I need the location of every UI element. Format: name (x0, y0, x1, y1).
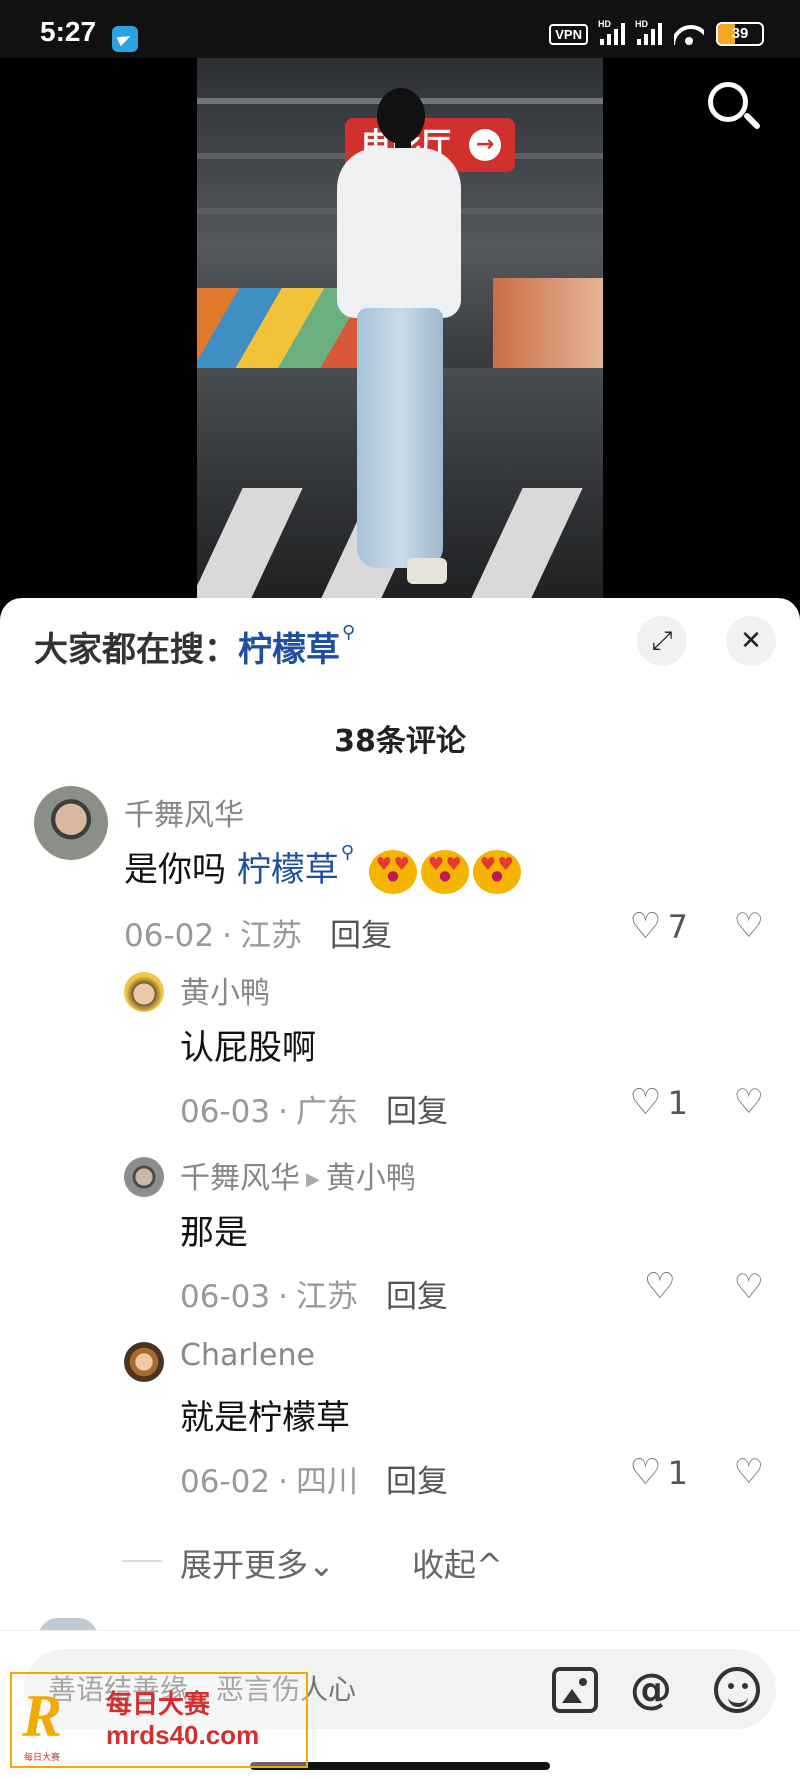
comment-meta: 06-03 · 江苏 回复 (180, 1279, 448, 1315)
comment-username-line: 千舞风华 ▶ 黄小鸭 (180, 1153, 416, 1197)
comment-count: 38条评论 (334, 724, 466, 759)
expand-button[interactable]: ⤢ (637, 616, 687, 666)
dislike-broken-heart-icon[interactable]: ♡ (734, 1082, 764, 1122)
reply-button[interactable]: 回复 (386, 1464, 448, 1500)
reply-button[interactable]: 回复 (330, 918, 392, 954)
watermark-title: 每日大赛 (106, 1690, 211, 1720)
hot-search-prefix: 大家都在搜： (34, 630, 238, 670)
reply-to-username[interactable]: 黄小鸭 (326, 1161, 416, 1196)
heart-icon: ♡ (629, 1452, 662, 1493)
close-button[interactable]: ✕ (726, 616, 776, 666)
comment-username[interactable]: Charlene (180, 1338, 315, 1373)
comment-date: 06-02 (124, 918, 215, 954)
search-icon[interactable] (702, 76, 762, 136)
arrow-right-icon: → (469, 129, 501, 161)
comment-location: 江苏 (295, 1279, 358, 1315)
comment-text: 是你吗 柠檬草 ⚲ (124, 842, 521, 894)
comment-keyword-link[interactable]: 柠檬草 (237, 850, 339, 890)
divider (122, 1560, 162, 1562)
person-figure (337, 148, 461, 318)
comment-username[interactable]: 千舞风华 (124, 790, 244, 834)
avatar[interactable] (124, 972, 164, 1012)
mural-wall (197, 288, 357, 378)
comment-meta: 06-03 · 广东 回复 (180, 1094, 448, 1130)
avatar[interactable] (124, 1157, 164, 1197)
comment-meta: 06-02 · 江苏 回复 (124, 918, 392, 954)
watermark-caption: 每日大赛 (24, 1753, 61, 1763)
comment-meta: 06-02 · 四川 回复 (180, 1464, 448, 1500)
like-count: 1 (667, 1454, 688, 1492)
comment-username[interactable]: 千舞风华 (180, 1161, 300, 1196)
vpn-badge: VPN (549, 23, 588, 45)
like-button[interactable]: ♡ (644, 1269, 682, 1305)
cellular-signal-icon-2: HD (635, 19, 662, 45)
heart-icon: ♡ (629, 906, 662, 947)
at-mention-icon[interactable]: @ (628, 1667, 674, 1713)
avatar[interactable] (124, 1342, 164, 1382)
expand-more-label: 展开更多 (180, 1546, 309, 1584)
comment-date: 06-03 (180, 1279, 271, 1315)
comment-text-prefix: 是你吗 (124, 850, 237, 890)
avatar[interactable] (34, 786, 108, 860)
comment-text: 就是柠檬草 (180, 1398, 350, 1438)
dislike-broken-heart-icon[interactable]: ♡ (734, 1267, 764, 1307)
video-player[interactable]: 电影厅 → (0, 58, 800, 598)
video-frame[interactable]: 电影厅 → (197, 58, 603, 598)
battery-level: 39 (731, 25, 749, 42)
chevron-down-icon: ⌄ (308, 1546, 335, 1584)
small-search-icon: ⚲ (340, 842, 354, 863)
status-icons: VPN HD HD 39 (549, 19, 764, 46)
comment-text: 那是 (180, 1213, 248, 1253)
like-button[interactable]: ♡ 1 (629, 1454, 688, 1492)
hd-label: HD (598, 19, 611, 29)
heart-eyes-emoji-icon (472, 849, 521, 894)
reply-button[interactable]: 回复 (386, 1279, 448, 1315)
hd-label-2: HD (635, 19, 648, 29)
heart-icon: ♡ (629, 1082, 662, 1123)
comment-text: 认屁股啊 (180, 1028, 316, 1068)
status-bar: 5:27 VPN HD HD 39 (0, 0, 800, 58)
battery-icon: 39 (716, 22, 764, 46)
dislike-broken-heart-icon[interactable]: ♡ (734, 906, 764, 946)
wifi-icon (674, 23, 704, 45)
watermark-logo: R 每日大赛 每日大赛 mrds40.com (10, 1672, 308, 1768)
heart-eyes-emoji-icon (420, 849, 469, 894)
comment-location: 江苏 (239, 918, 302, 954)
watermark-url: mrds40.com (106, 1720, 260, 1750)
collapse-label: 收起 (412, 1546, 477, 1584)
dislike-broken-heart-icon[interactable]: ♡ (734, 1452, 764, 1492)
like-count: 1 (667, 1084, 688, 1122)
hot-search-keyword[interactable]: 柠檬草 (238, 630, 340, 670)
comment-username[interactable]: 黄小鸭 (180, 968, 270, 1012)
expand-more-button[interactable]: 展开更多⌄ (180, 1540, 335, 1586)
reply-to-arrow-icon: ▶ (306, 1169, 320, 1190)
comment-location: 四川 (295, 1464, 358, 1500)
watermark-r-logo: R (22, 1683, 63, 1749)
heart-eyes-emoji-icon (368, 849, 417, 894)
status-time: 5:27 (40, 16, 97, 47)
chevron-up-icon: ^ (476, 1546, 503, 1584)
comment-panel: 大家都在搜：柠檬草⚲ ⤢ ✕ 38条评论 千舞风华 是你吗 柠檬草⚲ 06-02… (0, 598, 800, 1778)
like-button[interactable]: ♡ 1 (629, 1084, 688, 1122)
hot-search-bar[interactable]: 大家都在搜：柠檬草 ⚲ (34, 622, 355, 671)
collapse-button[interactable]: 收起^ (412, 1540, 503, 1586)
image-icon[interactable] (552, 1667, 598, 1713)
emoji-icon[interactable] (714, 1667, 760, 1713)
reply-button[interactable]: 回复 (386, 1094, 448, 1130)
comment-date: 06-03 (180, 1094, 271, 1130)
heart-icon: ♡ (643, 1266, 676, 1307)
like-button[interactable]: ♡ 7 (629, 908, 688, 946)
small-search-icon: ⚲ (342, 622, 356, 643)
comment-location: 广东 (295, 1094, 358, 1130)
cellular-signal-icon: HD (598, 19, 625, 45)
replies-controls: 展开更多⌄ 收起^ (0, 1536, 800, 1586)
comment-date: 06-02 (180, 1464, 271, 1500)
telegram-icon (112, 26, 138, 52)
like-count: 7 (667, 908, 688, 946)
